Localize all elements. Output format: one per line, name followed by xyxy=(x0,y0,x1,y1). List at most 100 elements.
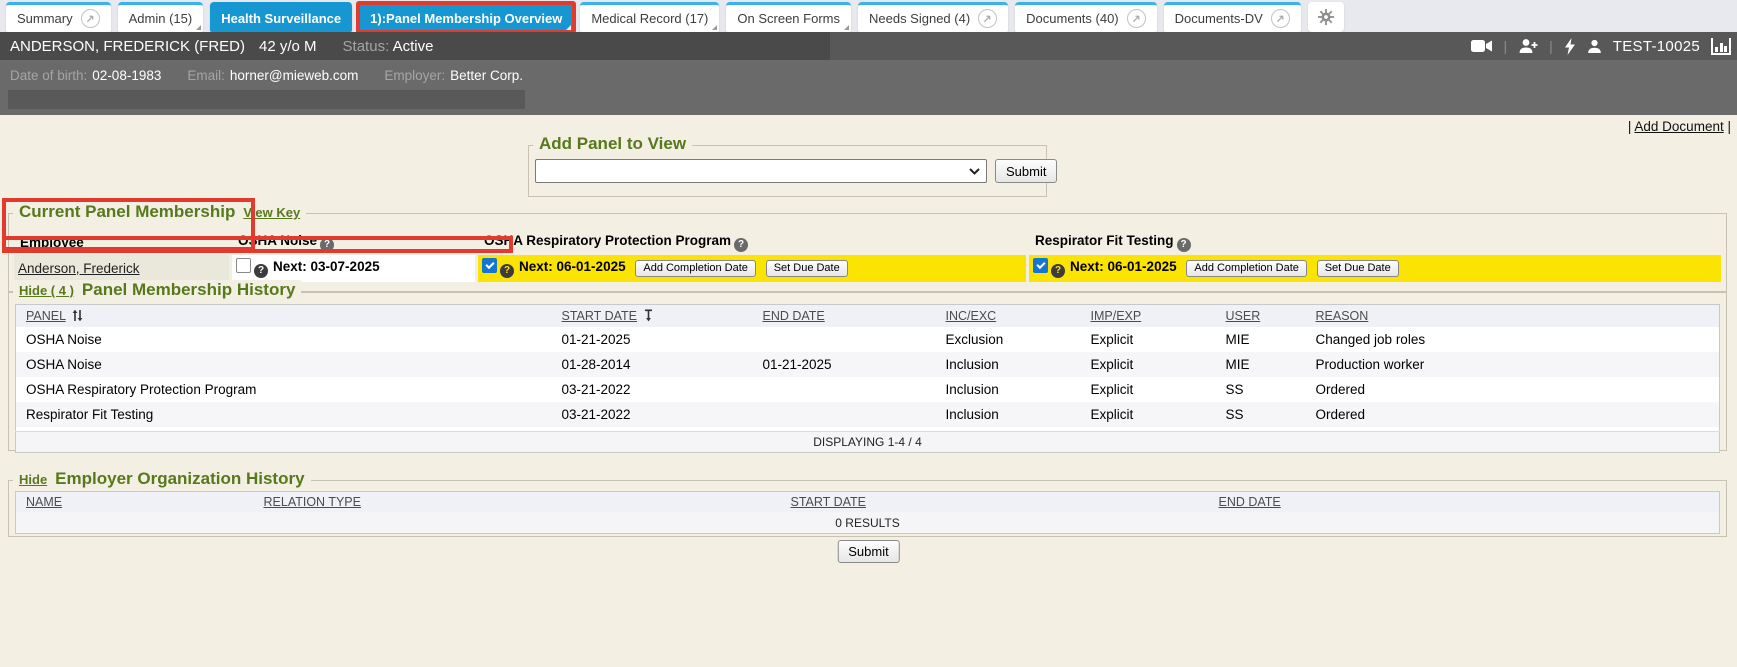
employee-link[interactable]: Anderson, Frederick xyxy=(18,261,140,276)
column-relation-type[interactable]: RELATION TYPE xyxy=(254,492,781,513)
tab-label: 1):Panel Membership Overview xyxy=(370,11,562,26)
email-value: horner@mieweb.com xyxy=(230,68,359,83)
tab-medical-record[interactable]: Medical Record (17) xyxy=(580,2,719,32)
osha-noise-cell: ?Next: 03-07-2025 xyxy=(232,255,475,282)
tab-on-screen-forms[interactable]: On Screen Forms xyxy=(726,2,851,32)
tab-summary[interactable]: Summary xyxy=(6,2,111,32)
tab-panel-membership-overview[interactable]: 1):Panel Membership Overview xyxy=(359,2,573,32)
table-header-row: PANEL START DATE END DATE INC/EXC IMP/EX… xyxy=(16,305,1720,328)
demographics-bar: Date of birth: 02-08-1983 Email: horner@… xyxy=(0,60,1737,115)
tab-corner-notch-icon xyxy=(566,25,571,30)
help-icon[interactable]: ? xyxy=(1051,264,1065,278)
pagination-row: DISPLAYING 1-4 / 4 xyxy=(16,432,1720,453)
tab-label: Documents-DV xyxy=(1175,11,1263,26)
tab-label: Summary xyxy=(17,11,73,26)
status-label: Status: xyxy=(343,38,390,55)
add-panel-fieldset: Add Panel to View Submit xyxy=(528,145,1047,197)
add-completion-date-button[interactable]: Add Completion Date xyxy=(635,260,756,277)
table-header-row: Employee OSHA Noise? OSHA Respiratory Pr… xyxy=(14,231,1721,254)
tab-label: Admin (15) xyxy=(129,11,193,26)
employer-history-table: NAME RELATION TYPE START DATE END DATE 0… xyxy=(15,491,1720,534)
help-icon[interactable]: ? xyxy=(254,264,268,278)
employer-value: Better Corp. xyxy=(450,68,523,83)
empty-results-row: 0 RESULTS xyxy=(16,512,1720,534)
open-in-new-window-icon[interactable] xyxy=(978,9,997,28)
employer-label: Employer: xyxy=(384,68,445,83)
help-icon[interactable]: ? xyxy=(1177,238,1191,252)
respirator-fit-checkbox[interactable] xyxy=(1033,258,1048,273)
column-imp-exp[interactable]: IMP/EXP xyxy=(1081,305,1216,328)
tab-documents-dv[interactable]: Documents-DV xyxy=(1164,2,1301,32)
chevron-down-icon xyxy=(969,168,980,175)
table-row: Anderson, Frederick ?Next: 03-07-2025 ?N… xyxy=(14,255,1721,282)
set-due-date-button[interactable]: Set Due Date xyxy=(766,260,848,277)
column-osha-noise: OSHA Noise? xyxy=(232,231,475,254)
table-row[interactable]: OSHA Noise01-28-201401-21-2025 Inclusion… xyxy=(16,352,1720,377)
tab-corner-notch-icon xyxy=(844,25,849,30)
pagination-status: DISPLAYING 1-4 / 4 xyxy=(16,432,1720,453)
view-key-link[interactable]: View Key xyxy=(243,205,300,220)
column-start-date[interactable]: START DATE xyxy=(781,492,1209,513)
employer-history-fieldset: Hide Employer Organization History NAME … xyxy=(8,480,1727,537)
table-header-row: NAME RELATION TYPE START DATE END DATE xyxy=(16,492,1720,513)
hide-history-link[interactable]: Hide ( 4 ) xyxy=(19,283,74,298)
column-end-date[interactable]: END DATE xyxy=(1209,492,1720,513)
column-end-date[interactable]: END DATE xyxy=(753,305,936,328)
help-icon[interactable]: ? xyxy=(500,264,514,278)
tab-settings[interactable] xyxy=(1308,2,1344,32)
panel-history-table: PANEL START DATE END DATE INC/EXC IMP/EX… xyxy=(15,304,1720,453)
help-icon[interactable]: ? xyxy=(734,238,748,252)
open-in-new-window-icon[interactable] xyxy=(1271,9,1290,28)
gear-icon xyxy=(1317,8,1335,26)
lightning-icon[interactable] xyxy=(1564,38,1576,55)
add-panel-submit-button[interactable]: Submit xyxy=(995,159,1057,183)
main-content: | Add Document | Add Panel to View Submi… xyxy=(0,115,1737,667)
panel-select[interactable] xyxy=(535,159,987,183)
column-inc-exc[interactable]: INC/EXC xyxy=(936,305,1081,328)
add-completion-date-button[interactable]: Add Completion Date xyxy=(1186,260,1307,277)
divider: | xyxy=(1504,38,1508,54)
patient-age-sex: 42 y/o M xyxy=(259,38,317,55)
column-user[interactable]: USER xyxy=(1216,305,1306,328)
patient-summary: ANDERSON, FREDERICK (FRED) 42 y/o M Stat… xyxy=(0,32,830,60)
tab-label: Health Surveillance xyxy=(221,11,341,26)
column-employee: Employee xyxy=(14,231,229,254)
dob-label: Date of birth: xyxy=(10,68,87,83)
column-osha-respiratory: OSHA Respiratory Protection Program? xyxy=(478,231,1026,254)
current-panel-table: Employee OSHA Noise? OSHA Respiratory Pr… xyxy=(11,230,1724,283)
open-in-new-window-icon[interactable] xyxy=(1127,9,1146,28)
column-panel[interactable]: PANEL xyxy=(16,305,552,328)
separator: | xyxy=(1727,119,1731,134)
tab-health-surveillance[interactable]: Health Surveillance xyxy=(210,2,352,32)
chart-tab-bar: Summary Admin (15) Health Surveillance 1… xyxy=(0,0,1737,32)
tab-documents[interactable]: Documents (40) xyxy=(1015,2,1156,32)
add-user-icon[interactable] xyxy=(1518,38,1538,54)
add-document-link[interactable]: Add Document xyxy=(1634,119,1723,134)
current-panel-legend: Current Panel Membership xyxy=(19,202,235,222)
patient-header-icons: | | TEST-10025 xyxy=(1471,32,1732,60)
column-start-date[interactable]: START DATE xyxy=(552,305,753,328)
table-row[interactable]: OSHA Noise01-21-2025 ExclusionExplicitMI… xyxy=(16,327,1720,352)
tab-admin[interactable]: Admin (15) xyxy=(118,2,204,32)
bar-chart-icon[interactable] xyxy=(1711,38,1731,55)
employer-history-submit-button[interactable]: Submit xyxy=(837,540,899,563)
osha-noise-checkbox[interactable] xyxy=(236,258,251,273)
user-id: TEST-10025 xyxy=(1613,38,1700,55)
video-call-icon[interactable] xyxy=(1471,39,1493,53)
column-reason[interactable]: REASON xyxy=(1306,305,1720,328)
user-icon[interactable] xyxy=(1587,39,1602,54)
table-row[interactable]: OSHA Respiratory Protection Program03-21… xyxy=(16,377,1720,402)
osha-respiratory-checkbox[interactable] xyxy=(482,258,497,273)
add-panel-legend: Add Panel to View xyxy=(539,134,686,154)
help-icon[interactable]: ? xyxy=(320,238,334,252)
table-row[interactable]: Respirator Fit Testing03-21-2022 Inclusi… xyxy=(16,402,1720,427)
divider: | xyxy=(1549,38,1553,54)
column-name[interactable]: NAME xyxy=(16,492,254,513)
tab-label: On Screen Forms xyxy=(737,11,840,26)
hide-employer-history-link[interactable]: Hide xyxy=(19,472,47,487)
demographics-panel-shade xyxy=(8,90,525,109)
tab-needs-signed[interactable]: Needs Signed (4) xyxy=(858,2,1008,32)
employer-history-legend: Employer Organization History xyxy=(55,469,304,489)
open-in-new-window-icon[interactable] xyxy=(81,9,100,28)
set-due-date-button[interactable]: Set Due Date xyxy=(1317,260,1399,277)
